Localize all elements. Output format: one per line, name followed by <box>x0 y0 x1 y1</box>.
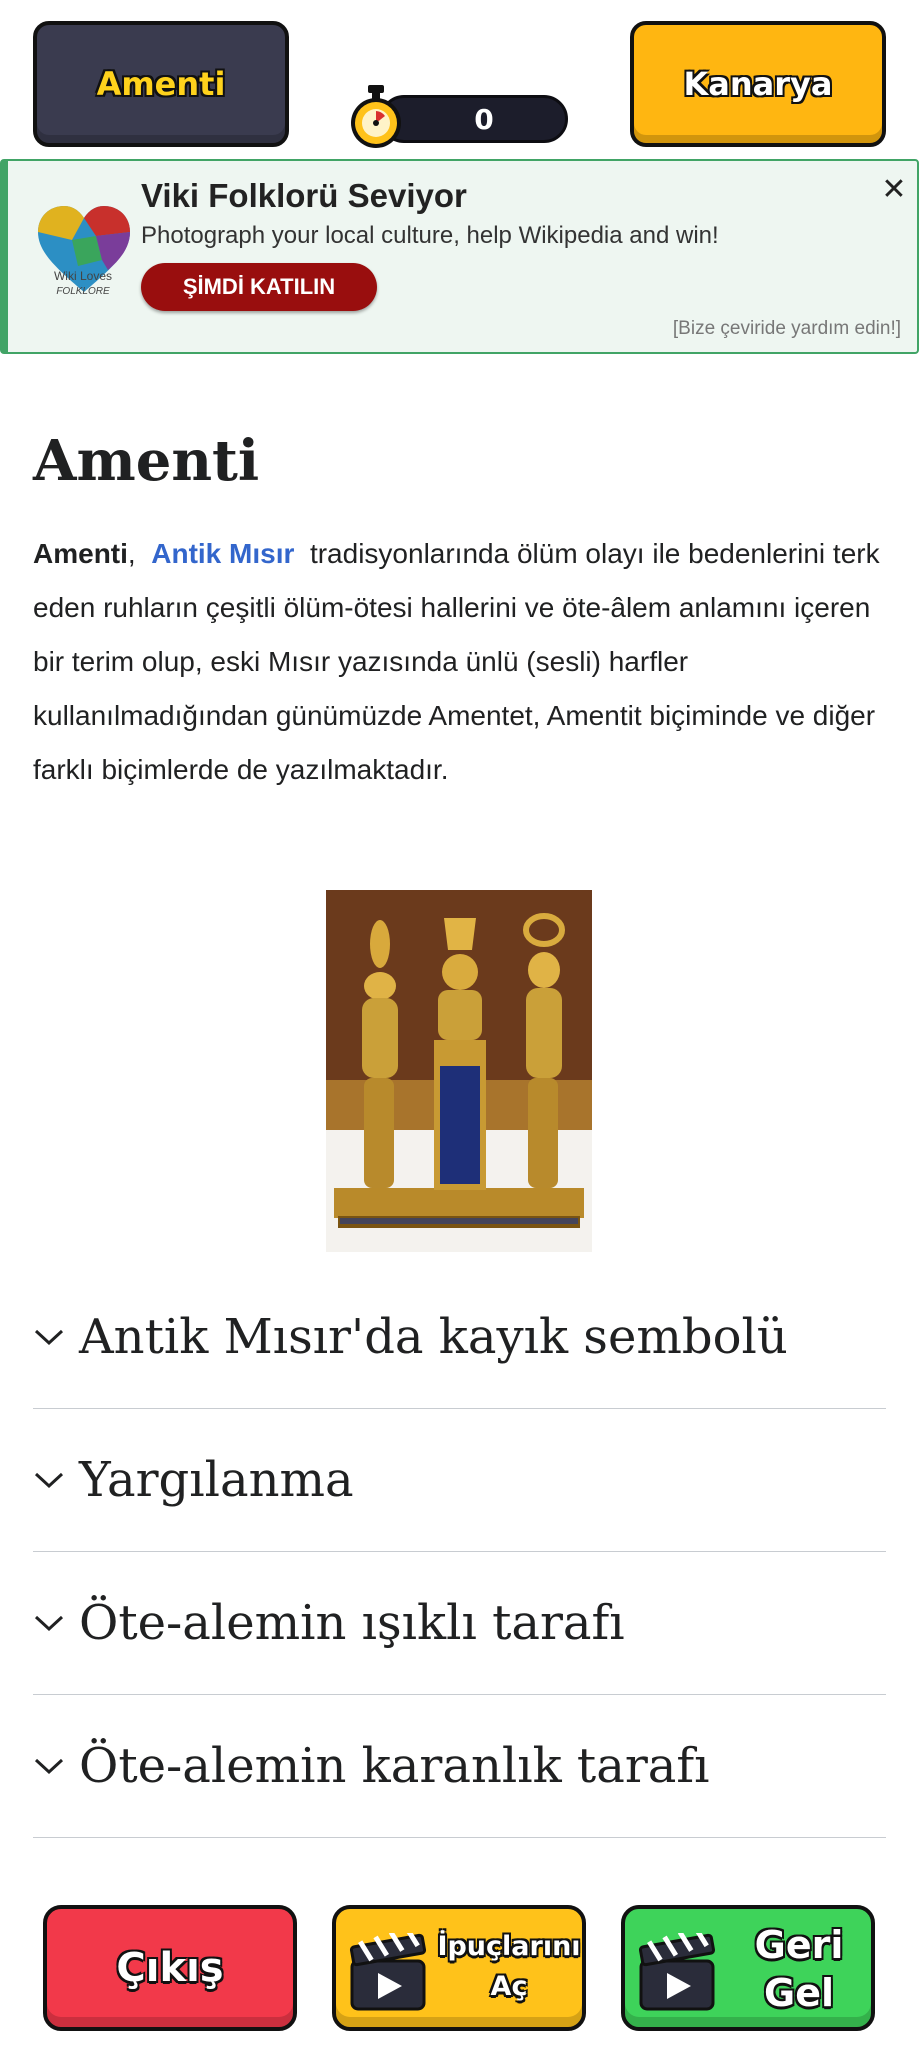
banner-subtitle: Photograph your local culture, help Wiki… <box>141 222 719 249</box>
section-kayik-sembolu[interactable]: Antik Mısır'da kayık sembolü <box>33 1266 886 1409</box>
join-now-button[interactable]: ŞİMDİ KATILIN <box>141 263 377 311</box>
section-title: Öte-alemin karanlık tarafı <box>79 1738 710 1794</box>
reveal-hints-button[interactable]: İpuçlarını Aç <box>332 1905 586 2031</box>
section-yargilanma[interactable]: Yargılanma <box>33 1409 886 1552</box>
close-icon[interactable]: ✕ <box>876 171 912 207</box>
chevron-down-icon <box>33 1458 77 1502</box>
exit-label: Çıkış <box>116 1945 224 1991</box>
clapperboard-icon <box>638 1933 716 2011</box>
reveal-hints-label: İpuçlarını Aç <box>437 1931 581 2002</box>
hint-button-label: Kanarya <box>683 65 833 103</box>
translation-help-link[interactable]: [Bize çeviride yardım edin!] <box>673 318 901 340</box>
section-title: Öte-alemin ışıklı tarafı <box>79 1595 625 1651</box>
come-back-button[interactable]: Geri Gel <box>621 1905 875 2031</box>
exit-button[interactable]: Çıkış <box>43 1905 297 2031</box>
target-word-button[interactable]: Amenti <box>33 21 289 147</box>
timer-value: 0 <box>474 102 494 136</box>
section-isikli-taraf[interactable]: Öte-alemin ışıklı tarafı <box>33 1552 886 1695</box>
chevron-down-icon <box>33 1315 77 1359</box>
come-back-label: Geri Gel <box>754 1923 844 2015</box>
target-word-label: Amenti <box>96 65 226 103</box>
chevron-down-icon <box>33 1744 77 1788</box>
chevron-down-icon <box>33 1601 77 1645</box>
egyptian-statue-image[interactable] <box>326 890 592 1252</box>
hint-button[interactable]: Kanarya <box>630 21 886 147</box>
page-title: Amenti <box>33 428 260 494</box>
antik-misir-link[interactable]: Antik Mısır <box>151 538 294 569</box>
intro-term: Amenti <box>33 538 128 569</box>
section-karanlik-taraf[interactable]: Öte-alemin karanlık tarafı <box>33 1695 886 1838</box>
logo-caption-bottom: FOLKLORE <box>56 286 110 297</box>
stopwatch-icon <box>351 85 401 148</box>
logo-caption-top: Wiki Loves <box>53 269 112 283</box>
section-title: Yargılanma <box>79 1452 354 1508</box>
banner-title: Viki Folklorü Seviyor <box>141 177 467 214</box>
section-title: Antik Mısır'da kayık sembolü <box>79 1309 788 1365</box>
clapperboard-icon <box>349 1933 427 2011</box>
campaign-banner: Wiki Loves FOLKLORE Viki Folklorü Seviyo… <box>0 159 919 354</box>
intro-text: tradisyonlarında ölüm olayı ile bedenler… <box>33 538 880 785</box>
article-intro: Amenti, Antik Mısır tradisyonlarında ölü… <box>33 538 880 785</box>
